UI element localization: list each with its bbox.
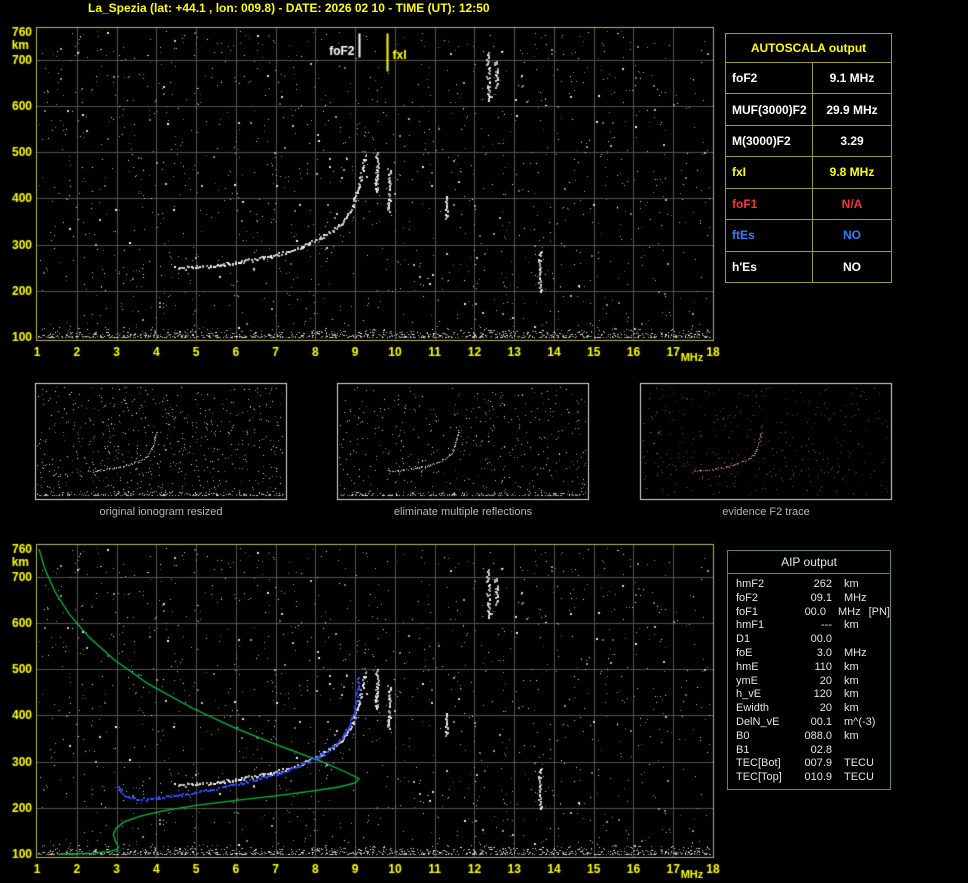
- aip-row-unit: TECU: [844, 757, 874, 771]
- aip-table-row: hmF1--- km: [736, 619, 890, 633]
- page-title: La_Spezia (lat: +44.1 , lon: 009.8) - DA…: [88, 1, 490, 15]
- aip-table-row: ymE20 km: [736, 675, 890, 689]
- aip-row-value: 00.1: [796, 716, 832, 730]
- autoscala-row-value: NO: [813, 220, 891, 250]
- thumbnail-caption-original: original ionogram resized: [35, 506, 287, 518]
- aip-row-unit: m^(-3): [844, 716, 875, 730]
- aip-table-row: Ewidth20 km: [736, 702, 890, 716]
- autoscala-table-row: MUF(3000)F229.9 MHz: [726, 94, 891, 125]
- aip-row-name: hmF1: [736, 619, 796, 633]
- aip-table-row: foE3.0 MHz: [736, 647, 890, 661]
- autoscala-output-rows: foF29.1 MHzMUF(3000)F229.9 MHzM(3000)F23…: [726, 63, 891, 282]
- aip-row-name: Ewidth: [736, 702, 796, 716]
- autoscala-table-row: M(3000)F23.29: [726, 126, 891, 157]
- aip-output-panel: AIP output hmF2262kmfoF209.1MHzfoF100.0M…: [727, 550, 891, 790]
- thumbnail-caption-evidence: evidence F2 trace: [640, 506, 892, 518]
- aip-row-value: 010.9: [796, 771, 832, 785]
- autoscala-row-value: NO: [813, 252, 891, 282]
- aip-row-name: TEC[Top]: [736, 771, 796, 785]
- aip-row-value: 02.8: [796, 744, 832, 758]
- aip-row-unit: MHz: [844, 647, 867, 661]
- aip-row-name: TEC[Bot]: [736, 757, 796, 771]
- aip-row-unit: km: [844, 578, 859, 592]
- autoscala-output-title: AUTOSCALA output: [726, 34, 891, 63]
- aip-row-value: 120: [796, 688, 832, 702]
- aip-row-name: foF1: [736, 606, 792, 620]
- aip-row-value: 088.0: [796, 730, 832, 744]
- autoscala-row-value: 3.29: [813, 126, 891, 156]
- aip-row-name: h_vE: [736, 688, 796, 702]
- aip-table-row: TEC[Bot]007.9 TECU: [736, 757, 890, 771]
- autoscala-row-label: fxI: [726, 157, 813, 187]
- autoscala-row-label: foF2: [726, 63, 813, 93]
- aip-row-name: hmF2: [736, 578, 796, 592]
- aip-row-unit: km: [844, 619, 859, 633]
- autoscala-table-row: ftEsNO: [726, 220, 891, 251]
- aip-row-value: 20: [796, 702, 832, 716]
- aip-row-value: 00.0: [792, 606, 826, 620]
- autoscala-row-label: h'Es: [726, 252, 813, 282]
- aip-row-name: foE: [736, 647, 796, 661]
- aip-row-unit: km: [844, 661, 859, 675]
- aip-row-unit: TECU: [844, 771, 874, 785]
- aip-table-row: DelN_vE00.1 m^(-3): [736, 716, 890, 730]
- aip-table-row: foF100.0 MHz [PN]: [736, 606, 890, 620]
- aip-row-unit: km: [844, 702, 859, 716]
- autoscala-row-value: 9.8 MHz: [813, 157, 891, 187]
- aip-row-value: 20: [796, 675, 832, 689]
- aip-row-value: 262: [796, 578, 832, 592]
- aip-row-name: B0: [736, 730, 796, 744]
- autoscala-row-value: N/A: [813, 189, 891, 219]
- autoscala-row-value: 29.9 MHz: [813, 94, 891, 124]
- aip-row-name: hmE: [736, 661, 796, 675]
- aip-table-row: hmE110 km: [736, 661, 890, 675]
- autoscala-row-label: M(3000)F2: [726, 126, 813, 156]
- aip-row-unit: MHz: [844, 592, 867, 606]
- aip-row-unit: km: [844, 688, 859, 702]
- aip-table-row: TEC[Top]010.9 TECU: [736, 771, 890, 785]
- aip-table-row: hmF2262 km: [736, 578, 890, 592]
- aip-row-name: DelN_vE: [736, 716, 796, 730]
- aip-table-row: D100.0: [736, 633, 890, 647]
- aip-row-name: ymE: [736, 675, 796, 689]
- autoscala-table-row: fxI9.8 MHz: [726, 157, 891, 188]
- autoscala-row-label: MUF(3000)F2: [726, 94, 813, 124]
- autoscala-row-label: ftEs: [726, 220, 813, 250]
- autoscala-app-window: La_Spezia (lat: +44.1 , lon: 009.8) - DA…: [0, 0, 968, 883]
- thumbnail-caption-eliminate: eliminate multiple reflections: [337, 506, 589, 518]
- aip-row-unit: km: [844, 730, 859, 744]
- autoscala-table-row: foF1N/A: [726, 189, 891, 220]
- aip-row-extra: [PN]: [869, 606, 890, 620]
- autoscala-row-value: 9.1 MHz: [813, 63, 891, 93]
- aip-row-value: ---: [796, 619, 832, 633]
- aip-row-name: D1: [736, 633, 796, 647]
- aip-table-row: B0088.0 km: [736, 730, 890, 744]
- autoscala-table-row: h'EsNO: [726, 252, 891, 282]
- autoscala-row-label: foF1: [726, 189, 813, 219]
- aip-row-value: 3.0: [796, 647, 832, 661]
- autoscala-output-panel: AUTOSCALA output foF29.1 MHzMUF(3000)F22…: [725, 33, 892, 283]
- aip-output-rows: hmF2262kmfoF209.1MHzfoF100.0MHz[PN]hmF1-…: [728, 574, 890, 785]
- aip-table-row: h_vE120 km: [736, 688, 890, 702]
- aip-row-unit: km: [844, 675, 859, 689]
- aip-row-value: 007.9: [796, 757, 832, 771]
- aip-output-title: AIP output: [728, 551, 890, 574]
- aip-row-value: 110: [796, 661, 832, 675]
- aip-row-name: B1: [736, 744, 796, 758]
- aip-table-row: foF209.1 MHz: [736, 592, 890, 606]
- aip-row-name: foF2: [736, 592, 796, 606]
- aip-row-value: 00.0: [796, 633, 832, 647]
- aip-table-row: B102.8: [736, 744, 890, 758]
- aip-row-unit: MHz: [838, 606, 861, 620]
- autoscala-table-row: foF29.1 MHz: [726, 63, 891, 94]
- aip-row-value: 09.1: [796, 592, 832, 606]
